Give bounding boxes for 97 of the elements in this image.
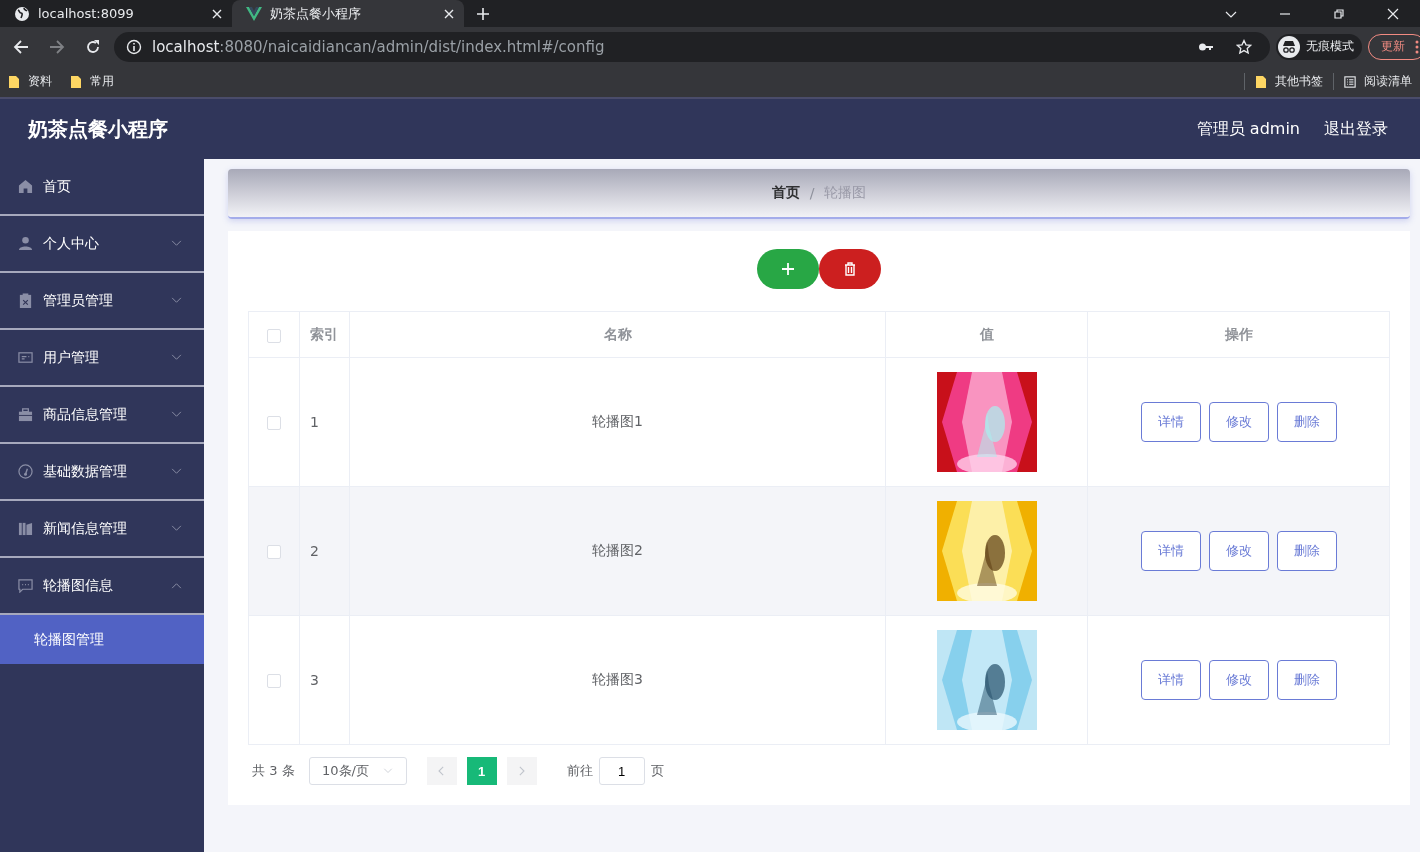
delete-button[interactable] — [819, 249, 881, 289]
menu-label: 商品信息管理 — [43, 405, 127, 424]
table-cell: 轮播图3 — [349, 615, 886, 745]
chevron-right-icon — [518, 766, 526, 776]
address-bar[interactable]: localhost:8080/naicaidiancan/admin/dist/index.html#/config — [114, 31, 1270, 62]
browser-tab[interactable]: localhost:8099 — [0, 0, 232, 27]
app-title: 奶茶点餐小程序 — [28, 115, 168, 143]
new-tab-icon[interactable] — [476, 6, 490, 21]
chevron-down-icon — [171, 525, 182, 532]
trash-icon — [843, 262, 857, 276]
menu-label: 个人中心 — [43, 234, 99, 253]
table-cell: 轮播图1 — [349, 357, 886, 487]
chevron-down-icon — [171, 411, 182, 418]
checkbox[interactable] — [267, 674, 281, 688]
action-button[interactable]: 修改 — [1208, 531, 1269, 571]
profile-button[interactable]: 无痕模式 — [1276, 33, 1362, 60]
chevron-down-icon — [171, 354, 182, 361]
browser-tab[interactable]: 奶茶点餐小程序 — [232, 0, 464, 27]
chevron-down-icon — [383, 768, 393, 774]
bookmark-label: 其他书签 — [1275, 73, 1323, 90]
menu-label: 新闻信息管理 — [43, 519, 127, 538]
submenu-item[interactable]: 轮播图管理 — [0, 615, 204, 664]
chevron-down-icon — [171, 297, 182, 304]
action-button[interactable]: 修改 — [1208, 402, 1269, 442]
tab-title: localhost:8099 — [38, 6, 135, 21]
chevron-down-icon — [171, 468, 182, 475]
star-icon[interactable] — [1236, 38, 1252, 55]
folder-icon — [70, 74, 82, 89]
table-cell: 2 — [299, 486, 350, 616]
chevron-left-icon — [438, 766, 446, 776]
page-input[interactable]: 1 — [598, 757, 645, 785]
goto-label: 前往 — [566, 762, 593, 780]
card-icon — [18, 350, 33, 365]
admin-user-label: 管理员 admin — [1196, 118, 1300, 140]
checkbox[interactable] — [267, 416, 281, 430]
checkbox[interactable] — [267, 328, 281, 343]
menu-label: 轮播图信息 — [43, 576, 113, 595]
url-text: localhost:8080/naicaidiancan/admin/dist/index.html#/config — [152, 37, 605, 56]
bookmark-folder[interactable]: 阅读清单 — [1333, 73, 1412, 90]
checkbox[interactable] — [267, 545, 281, 559]
action-button[interactable]: 删除 — [1276, 660, 1337, 700]
briefcase-icon — [18, 407, 33, 422]
folder-icon — [1255, 74, 1267, 89]
person-icon — [18, 236, 33, 251]
menu-label: 管理员管理 — [43, 291, 113, 310]
menu-label: 用户管理 — [43, 348, 99, 367]
bookmark-folder[interactable]: 常用 — [70, 73, 114, 90]
logout-link[interactable]: 退出登录 — [1324, 118, 1388, 140]
column-header: 操作 — [1087, 311, 1390, 358]
add-button[interactable] — [757, 249, 819, 289]
page-unit: 页 — [650, 762, 664, 780]
home-icon — [18, 179, 33, 194]
chevron-up-icon — [171, 582, 182, 589]
close-icon[interactable] — [1387, 7, 1399, 20]
chevron-down-icon — [171, 240, 182, 247]
bookmark-folder[interactable]: 资料 — [8, 73, 52, 90]
bookmark-label: 阅读清单 — [1364, 73, 1412, 90]
globe-icon — [14, 5, 30, 22]
column-header: 索引 — [299, 311, 350, 358]
action-button[interactable]: 修改 — [1208, 660, 1269, 700]
clipboard-icon — [18, 293, 33, 308]
total-count: 共 3 条 — [252, 762, 295, 780]
close-icon[interactable] — [212, 8, 222, 19]
action-button[interactable]: 删除 — [1276, 531, 1337, 571]
bookmark-folder[interactable]: 其他书签 — [1244, 73, 1323, 90]
menu-label: 基础数据管理 — [43, 462, 127, 481]
breadcrumb-separator: / — [809, 185, 815, 201]
v-logo-icon — [246, 5, 262, 22]
bookmark-label: 常用 — [90, 73, 114, 90]
incognito-icon — [1278, 35, 1300, 58]
message-icon — [18, 578, 33, 593]
table-cell: 1 — [299, 357, 350, 487]
column-header: 名称 — [349, 311, 886, 358]
breadcrumb-item[interactable]: 首页 — [771, 184, 800, 202]
reload-icon[interactable] — [85, 38, 101, 55]
action-button[interactable]: 详情 — [1140, 531, 1201, 571]
table-cell: 3 — [299, 615, 350, 745]
action-button[interactable]: 删除 — [1276, 402, 1337, 442]
table-cell: 轮播图2 — [349, 486, 886, 616]
forward-icon[interactable] — [49, 38, 65, 55]
back-icon[interactable] — [13, 38, 29, 55]
more-icon — [1415, 39, 1419, 54]
tab-title: 奶茶点餐小程序 — [270, 4, 362, 23]
action-button[interactable]: 详情 — [1140, 402, 1201, 442]
books-icon — [18, 521, 33, 536]
menu-label: 首页 — [43, 177, 71, 196]
restore-icon[interactable] — [1333, 7, 1345, 20]
column-header: 值 — [885, 311, 1088, 358]
bookmark-label: 资料 — [28, 73, 52, 90]
folder-icon — [8, 74, 20, 89]
gauge-icon — [18, 464, 33, 479]
plus-icon — [781, 262, 795, 276]
page-size-select[interactable]: 10条/页 — [308, 757, 407, 785]
info-icon — [126, 38, 142, 55]
close-icon[interactable] — [444, 8, 454, 19]
reading-list-icon — [1344, 74, 1356, 89]
action-button[interactable]: 详情 — [1140, 660, 1201, 700]
